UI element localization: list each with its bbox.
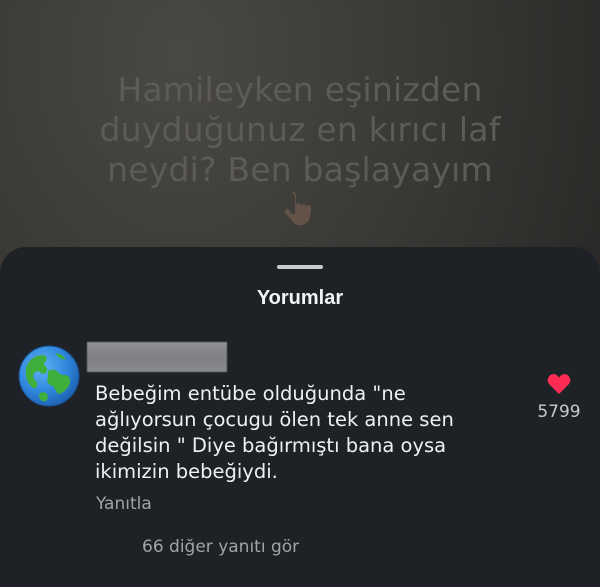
comment-line: değilsin " Diye bağırmıştı bana oysa (95, 434, 447, 457)
pointing-down-hand-icon (284, 192, 311, 226)
sheet-title: Yorumlar (256, 287, 344, 309)
video-caption: Hamileyken eşinizden duyduğunuz en kırıc… (60, 70, 540, 190)
comment-line: ağlıyorsun çocugu ölen tek anne sen (95, 408, 454, 431)
reply-button[interactable]: Yanıtla (96, 494, 152, 514)
caption-line: neydi? Ben başlayayım (107, 150, 493, 189)
view-more-replies-button[interactable]: 66 diğer yanıtı gör (142, 537, 299, 557)
comment-text: Bebeğim entübe olduğunda "ne ağlıyorsun … (95, 381, 515, 485)
earth-globe-americas-icon[interactable] (18, 345, 80, 407)
heart-icon[interactable] (547, 373, 571, 395)
comment-line: ikimizin bebeğiydi. (95, 460, 278, 483)
like-count: 5799 (537, 402, 581, 422)
comment-line: Bebeğim entübe olduğunda "ne (95, 382, 406, 405)
caption-line: duyduğunuz en kırıcı laf (99, 110, 501, 149)
caption-line: Hamileyken eşinizden (117, 70, 483, 109)
drag-handle[interactable] (277, 265, 323, 269)
comments-sheet: Yorumlar Bebeğim entübe olduğunda "ne ağ… (0, 247, 600, 587)
username-redacted[interactable] (87, 342, 227, 372)
